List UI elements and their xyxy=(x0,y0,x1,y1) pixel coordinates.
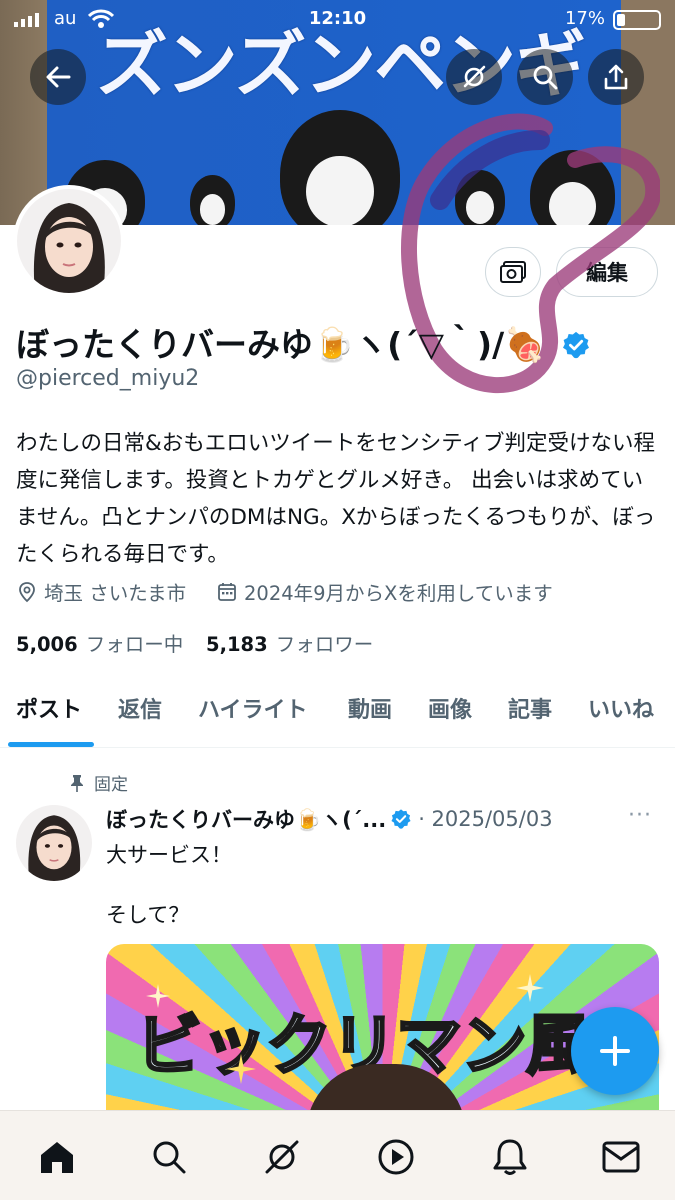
location-pin-icon xyxy=(19,581,35,602)
pinned-indicator: 固定 xyxy=(70,770,128,795)
tab-articles[interactable]: 記事 xyxy=(508,692,552,724)
status-bar: au 12:10 17% xyxy=(0,0,675,38)
location-text: 埼玉 さいたま市 xyxy=(44,582,187,605)
joined-text: 2024年9月からXを利用しています xyxy=(244,582,553,605)
avatar-image xyxy=(16,805,92,881)
tab-posts[interactable]: ポスト xyxy=(16,692,82,724)
post-author-avatar[interactable] xyxy=(16,805,92,881)
followers-count: 5,183 xyxy=(206,633,268,656)
home-icon xyxy=(41,1142,73,1173)
nav-messages[interactable] xyxy=(597,1133,645,1181)
bell-icon xyxy=(493,1139,527,1175)
tab-videos[interactable]: 動画 xyxy=(348,692,392,724)
mail-icon xyxy=(602,1141,640,1173)
following-label: フォロー中 xyxy=(85,633,184,656)
arrow-left-icon xyxy=(46,66,71,88)
verified-badge-icon xyxy=(562,331,589,359)
tab-highlights[interactable]: ハイライト xyxy=(198,692,308,724)
profile-name: ぼったくりバーみゆ🍺ヽ(´▽｀)/🍖 xyxy=(16,318,591,366)
nav-video[interactable] xyxy=(372,1133,420,1181)
post-text: 大サービス！ そして？ xyxy=(106,843,232,927)
active-tab-indicator xyxy=(8,742,94,747)
following-count: 5,006 xyxy=(16,633,78,656)
pinned-label: 固定 xyxy=(94,775,128,795)
profile-name-text: ぼったくりバーみゆ🍺ヽ(´▽｀)/🍖 xyxy=(16,325,546,364)
nav-search[interactable] xyxy=(145,1133,193,1181)
tab-likes[interactable]: いいね xyxy=(588,692,654,724)
profile-avatar[interactable] xyxy=(13,185,125,297)
post-author-name[interactable]: ぼったくりバーみゆ🍺ヽ(´... xyxy=(106,804,386,834)
profile-bio: わたしの日常&おもエロいツイートをセンシティブ判定受けない程度に発信します。投資… xyxy=(16,431,656,567)
share-icon xyxy=(604,64,628,90)
tab-images[interactable]: 画像 xyxy=(428,692,472,724)
sparkle-icon xyxy=(226,1054,256,1084)
grok-icon xyxy=(265,1140,299,1174)
post-header: ぼったくりバーみゆ🍺ヽ(´... · 2025/05/03 xyxy=(106,804,666,834)
verified-badge-icon xyxy=(391,809,411,829)
search-button[interactable] xyxy=(517,49,573,105)
post-more-button[interactable]: ··· xyxy=(628,803,652,828)
plus-icon xyxy=(600,1036,630,1066)
sparkle-icon xyxy=(146,984,170,1008)
nav-grok[interactable] xyxy=(258,1133,306,1181)
compose-post-button[interactable] xyxy=(571,1007,659,1095)
pin-icon xyxy=(71,774,83,792)
tab-replies[interactable]: 返信 xyxy=(118,692,162,724)
grok-icon xyxy=(463,65,486,88)
avatar-image xyxy=(17,189,121,293)
edit-profile-button[interactable]: 編集 xyxy=(556,247,658,297)
post-date[interactable]: · 2025/05/03 xyxy=(418,807,552,831)
photo-booth-button[interactable] xyxy=(485,247,541,297)
followers-link[interactable]: 5,183 フォロワー xyxy=(206,628,373,657)
battery-icon xyxy=(613,10,661,30)
profile-location: 埼玉 さいたま市 xyxy=(16,577,186,606)
penguin xyxy=(455,170,505,225)
photo-frame-icon xyxy=(500,261,526,283)
profile-handle: @pierced_miyu2 xyxy=(16,366,200,391)
profile-tabs: ポスト 返信 ハイライト 動画 画像 記事 いいね xyxy=(0,678,675,748)
search-icon xyxy=(533,65,558,90)
battery-percent: 17% xyxy=(564,8,605,29)
calendar-icon xyxy=(218,582,236,601)
back-button[interactable] xyxy=(30,49,86,105)
penguin xyxy=(190,175,235,225)
penguin xyxy=(530,150,615,225)
search-icon xyxy=(153,1141,186,1174)
grok-button[interactable] xyxy=(446,49,502,105)
play-circle-icon xyxy=(378,1139,414,1175)
nav-notifications[interactable] xyxy=(486,1133,534,1181)
bottom-nav xyxy=(0,1110,675,1200)
nav-home[interactable] xyxy=(33,1133,81,1181)
share-button[interactable] xyxy=(588,49,644,105)
profile-joined: 2024年9月からXを利用しています xyxy=(216,577,553,606)
followers-label: フォロワー xyxy=(275,633,374,656)
following-link[interactable]: 5,006 フォロー中 xyxy=(16,628,183,657)
sparkle-icon xyxy=(516,974,544,1002)
